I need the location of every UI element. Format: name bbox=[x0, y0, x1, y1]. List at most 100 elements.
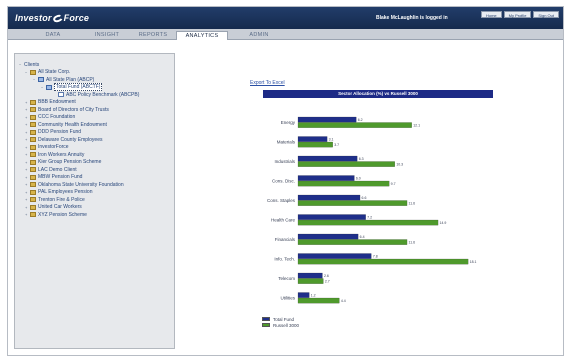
bar-total-fund bbox=[297, 214, 366, 220]
category-label: Info. Tech. bbox=[274, 257, 295, 262]
tree-item[interactable]: − All State Corp. bbox=[25, 69, 70, 76]
tab-admin[interactable]: ADMIN bbox=[244, 31, 274, 40]
expand-icon[interactable]: + bbox=[25, 130, 29, 135]
tree-item[interactable]: + PAL Employees Pension bbox=[25, 189, 92, 196]
folder-icon bbox=[30, 107, 36, 112]
category-label: Cons. Disc. bbox=[272, 179, 295, 184]
expand-icon[interactable]: + bbox=[25, 197, 29, 202]
doc-icon bbox=[58, 92, 64, 97]
tree-item[interactable]: + Trenton Fire & Police bbox=[25, 196, 85, 203]
bar-russell-3000 bbox=[297, 180, 390, 187]
collapse-icon[interactable]: − bbox=[25, 70, 29, 75]
legend-label: Russell 3000 bbox=[273, 322, 300, 328]
folder-icon bbox=[30, 129, 36, 135]
expand-icon[interactable]: + bbox=[25, 137, 29, 142]
tree-item[interactable]: − All State Plan (ABCP) bbox=[33, 76, 94, 83]
bar-russell-3000 bbox=[297, 141, 333, 148]
data-label: 3.7 bbox=[334, 143, 339, 147]
data-label: 14.9 bbox=[440, 221, 447, 225]
data-label: 3.1 bbox=[329, 138, 334, 142]
bar-total-fund bbox=[297, 194, 361, 201]
tree-item[interactable]: + United Car Workers bbox=[25, 204, 82, 211]
collapse-icon[interactable]: − bbox=[19, 62, 23, 67]
bar-total-fund bbox=[297, 155, 358, 162]
expand-icon[interactable]: + bbox=[25, 190, 29, 195]
category-label: Energy bbox=[281, 120, 296, 125]
tree-item[interactable]: − Total Fund (ABCTF) bbox=[41, 83, 103, 91]
tree-item[interactable]: + XYZ Pension Scheme bbox=[25, 211, 87, 218]
tree-item[interactable]: + DDD Pension Fund bbox=[25, 129, 81, 136]
logo-text-investor: Investor bbox=[15, 13, 52, 23]
expand-icon[interactable]: + bbox=[25, 182, 29, 187]
tree-item[interactable]: + MBW Pension Fund bbox=[25, 174, 82, 181]
tree-item[interactable]: + Board of Directors of City Trusts bbox=[25, 106, 109, 113]
logged-in-user-text: Blake McLaughlin is logged in bbox=[376, 15, 448, 21]
expand-icon[interactable]: + bbox=[25, 205, 29, 210]
tree-item[interactable]: + CCC Foundation bbox=[25, 114, 75, 121]
tree-item-label: All State Plan (ABCP) bbox=[46, 76, 95, 83]
bar-russell-3000 bbox=[297, 219, 439, 226]
tree-item[interactable]: + Iron Workers Annuity bbox=[25, 151, 84, 158]
tree-item[interactable]: + BBB Endowment bbox=[25, 99, 76, 106]
tree-item[interactable]: + Kier Group Pension Scheme bbox=[25, 159, 101, 166]
category-label: Telecom bbox=[278, 276, 295, 281]
legend-swatch bbox=[262, 317, 270, 321]
data-label: 10.3 bbox=[396, 163, 403, 167]
tree-item-label: Oklahoma State University Foundation bbox=[38, 181, 124, 188]
category-label: Materials bbox=[277, 140, 296, 145]
expand-icon[interactable]: + bbox=[25, 212, 29, 217]
expand-icon[interactable]: + bbox=[25, 115, 29, 120]
tree-item-label: United Car Workers bbox=[38, 204, 82, 210]
tree-item[interactable]: ABC Policy Benchmark (ABCPB) bbox=[53, 91, 139, 98]
tree-item-label: Kier Group Pension Scheme bbox=[38, 159, 102, 165]
expand-icon[interactable]: + bbox=[25, 160, 29, 165]
category-label: Financials bbox=[275, 237, 296, 242]
bar-russell-3000 bbox=[297, 258, 469, 265]
expand-icon[interactable]: + bbox=[25, 175, 29, 180]
my-profile-button[interactable]: My Profile bbox=[503, 11, 532, 18]
data-label: 1.2 bbox=[311, 294, 316, 298]
expand-icon[interactable]: + bbox=[25, 145, 29, 150]
home-button[interactable]: Home bbox=[480, 11, 502, 18]
tree-item[interactable]: + Community Health Endowment bbox=[25, 121, 107, 128]
bar-total-fund bbox=[297, 272, 323, 279]
sector-allocation-chart: Energy 6.2 12.1 Materials 3.13.7 Industrials 6… bbox=[267, 116, 477, 304]
expand-icon[interactable]: + bbox=[25, 167, 29, 172]
expand-icon[interactable]: + bbox=[25, 100, 29, 105]
tab-reports[interactable]: REPORTS bbox=[133, 31, 173, 40]
sign-out-button[interactable]: Sign Out bbox=[533, 11, 559, 18]
tree-item-label: PAL Employees Pension bbox=[38, 189, 93, 195]
tree-item-label: XYZ Pension Scheme bbox=[38, 211, 87, 218]
bar-russell-3000 bbox=[297, 239, 408, 245]
export-to-excel-link[interactable]: Export To Excel bbox=[250, 80, 285, 86]
category-label: Utilities bbox=[280, 296, 295, 301]
category-label: Cons. Staples bbox=[267, 198, 296, 203]
tab-insight[interactable]: INSIGHT bbox=[88, 31, 126, 40]
collapse-icon[interactable]: − bbox=[33, 77, 37, 82]
folder-icon bbox=[30, 167, 36, 172]
tree-item-label: All State Corp. bbox=[38, 69, 71, 75]
expand-icon[interactable]: + bbox=[25, 107, 29, 112]
legend-label: Total Fund bbox=[273, 316, 295, 322]
plan-icon bbox=[46, 84, 52, 90]
tree-item[interactable]: + Delaware County Employees bbox=[25, 136, 102, 143]
bar-total-fund bbox=[297, 233, 359, 240]
tab-analytics[interactable]: ANALYTICS bbox=[176, 31, 228, 40]
tree-item-label: Board of Directors of City Trusts bbox=[38, 106, 109, 113]
data-label: 9.7 bbox=[391, 182, 396, 186]
data-label: 7.8 bbox=[373, 255, 378, 259]
collapse-icon[interactable]: − bbox=[41, 85, 45, 90]
tree-item-label: Trenton Fire & Police bbox=[38, 196, 85, 203]
expand-icon[interactable]: + bbox=[25, 152, 29, 157]
tree-item[interactable]: − Clients bbox=[19, 61, 39, 68]
tree-item[interactable]: + Oklahoma State University Foundation bbox=[25, 181, 124, 188]
tab-data[interactable]: DATA bbox=[38, 31, 68, 40]
data-label: 6.4 bbox=[360, 235, 365, 239]
expand-icon[interactable]: + bbox=[25, 122, 29, 127]
data-label: 12.1 bbox=[413, 124, 420, 128]
bar-russell-3000 bbox=[297, 200, 408, 206]
tree-item[interactable]: + LAC Demo Client bbox=[25, 166, 77, 173]
folder-icon bbox=[30, 122, 36, 127]
tree-item[interactable]: + InvestorForce bbox=[25, 144, 69, 151]
data-label: 6.2 bbox=[358, 118, 363, 122]
